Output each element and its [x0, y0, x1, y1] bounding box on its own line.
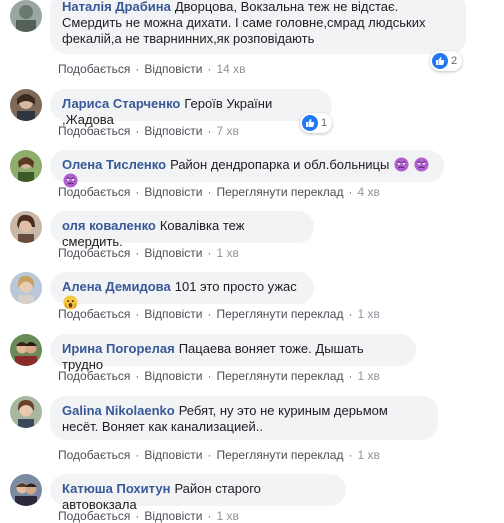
comment-bubble: Наталія Драбина Дворцова, Вокзальна теж н… — [50, 0, 466, 54]
separator: · — [207, 62, 212, 76]
reply-link[interactable]: Відповісти — [144, 185, 202, 199]
timestamp[interactable]: 4 хв — [357, 185, 379, 199]
separator: · — [135, 369, 140, 383]
reply-link[interactable]: Відповісти — [144, 62, 202, 76]
comment-actions: Подобається · Відповісти · 1 хв — [58, 509, 239, 523]
separator: · — [207, 369, 212, 383]
comment-bubble: Ирина Погорелая Пацаева воняет тоже. Дыша… — [50, 334, 416, 372]
timestamp[interactable]: 1 хв — [357, 448, 379, 462]
timestamp[interactable]: 14 хв — [216, 62, 245, 76]
avatar-photo — [10, 334, 42, 366]
separator: · — [348, 307, 353, 321]
like-link[interactable]: Подобається — [58, 124, 130, 138]
reply-link[interactable]: Відповісти — [144, 369, 202, 383]
comment-text: 101 это просто ужас — [174, 279, 297, 294]
comment-author[interactable]: Ирина Погорелая — [62, 341, 175, 356]
timestamp[interactable]: 1 хв — [216, 246, 238, 260]
separator: · — [207, 124, 212, 138]
comment-actions: Подобається · Відповісти · Переглянути перек… — [58, 185, 380, 199]
comment-author[interactable]: Лариса Старченко — [62, 96, 180, 111]
comment-bubble: Лариса Старченко Героїв України ,Жадова — [50, 89, 332, 127]
see-translation-link[interactable]: Переглянути переклад — [216, 369, 343, 383]
comment-author[interactable]: Олена Тисленко — [62, 157, 166, 172]
timestamp[interactable]: 1 хв — [216, 509, 238, 523]
avatar[interactable] — [10, 396, 42, 428]
comment-text: Район дендропарка и обл.больницы — [170, 157, 390, 172]
timestamp[interactable]: 1 хв — [357, 307, 379, 321]
separator: · — [348, 185, 353, 199]
avatar-photo — [10, 0, 42, 32]
reply-link[interactable]: Відповісти — [144, 124, 202, 138]
comment-author[interactable]: оля коваленко — [62, 218, 156, 233]
separator: · — [207, 448, 212, 462]
comment-bubble: Катюша Похитун Район старого автовокзала — [50, 474, 346, 512]
angry-face-icon — [413, 157, 429, 172]
avatar-photo — [10, 272, 42, 304]
like-link[interactable]: Подобається — [58, 369, 130, 383]
reply-link[interactable]: Відповісти — [144, 448, 202, 462]
reaction-count[interactable]: 2 — [430, 51, 463, 71]
comment-actions: Подобається · Відповісти · Переглянути перек… — [58, 307, 380, 321]
like-link[interactable]: Подобається — [58, 185, 130, 199]
like-link[interactable]: Подобається — [58, 509, 130, 523]
reaction-count[interactable]: 1 — [300, 113, 333, 133]
comment-author[interactable]: Наталія Драбина — [62, 0, 171, 14]
reaction-count-label: 2 — [451, 55, 458, 67]
avatar[interactable] — [10, 89, 42, 121]
reply-link[interactable]: Відповісти — [144, 307, 202, 321]
comment-bubble: оля коваленко Ковалівка теж смердить. — [50, 211, 314, 249]
timestamp[interactable]: 1 хв — [357, 369, 379, 383]
angry-face-icon — [393, 157, 413, 172]
see-translation-link[interactable]: Переглянути переклад — [216, 448, 343, 462]
separator: · — [207, 509, 212, 523]
comment-bubble: Алена Демидова 101 это просто ужас — [50, 272, 314, 310]
comment-actions: Подобається · Відповісти · 14 хв — [58, 62, 246, 76]
avatar-photo — [10, 396, 42, 428]
separator: · — [348, 369, 353, 383]
separator: · — [135, 509, 140, 523]
separator: · — [207, 246, 212, 260]
separator: · — [135, 62, 140, 76]
avatar-photo — [10, 474, 42, 506]
like-link[interactable]: Подобається — [58, 246, 130, 260]
comment-actions: Подобається · Відповісти · 7 хв — [58, 124, 239, 138]
see-translation-link[interactable]: Переглянути переклад — [216, 307, 343, 321]
comment-bubble: Galina Nikolaenko Ребят, ну это не курины… — [50, 396, 438, 440]
separator: · — [135, 246, 140, 260]
separator: · — [348, 448, 353, 462]
avatar[interactable] — [10, 211, 42, 243]
like-link[interactable]: Подобається — [58, 62, 130, 76]
comment-author[interactable]: Катюша Похитун — [62, 481, 170, 496]
avatar[interactable] — [10, 334, 42, 366]
separator: · — [135, 185, 140, 199]
comment-bubble: Олена Тисленко Район дендропарка и обл.бо… — [50, 150, 444, 188]
separator: · — [207, 185, 212, 199]
avatar[interactable] — [10, 150, 42, 182]
avatar[interactable] — [10, 0, 42, 32]
timestamp[interactable]: 7 хв — [216, 124, 238, 138]
comment-actions: Подобається · Відповісти · Переглянути перек… — [58, 369, 380, 383]
like-link[interactable]: Подобається — [58, 448, 130, 462]
like-reaction-icon — [432, 53, 448, 69]
reply-link[interactable]: Відповісти — [144, 246, 202, 260]
separator: · — [135, 307, 140, 321]
avatar[interactable] — [10, 272, 42, 304]
comment-actions: Подобається · Відповісти · Переглянути перек… — [58, 448, 380, 462]
avatar-photo — [10, 89, 42, 121]
like-reaction-icon — [302, 115, 318, 131]
separator: · — [135, 124, 140, 138]
separator: · — [207, 307, 212, 321]
avatar-photo — [10, 150, 42, 182]
comment-author[interactable]: Алена Демидова — [62, 279, 171, 294]
comment-author[interactable]: Galina Nikolaenko — [62, 403, 175, 418]
reply-link[interactable]: Відповісти — [144, 509, 202, 523]
avatar[interactable] — [10, 474, 42, 506]
comment-actions: Подобається · Відповісти · 1 хв — [58, 246, 239, 260]
separator: · — [135, 448, 140, 462]
see-translation-link[interactable]: Переглянути переклад — [216, 185, 343, 199]
reaction-count-label: 1 — [321, 117, 328, 129]
avatar-photo — [10, 211, 42, 243]
like-link[interactable]: Подобається — [58, 307, 130, 321]
